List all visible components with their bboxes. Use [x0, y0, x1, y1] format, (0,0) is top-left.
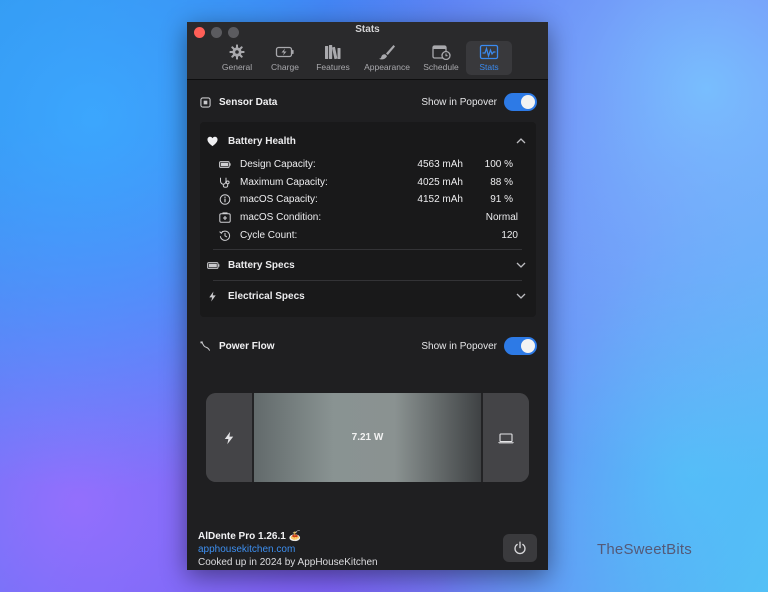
chevron-up-icon[interactable]: [516, 137, 526, 145]
bolt-icon: [224, 431, 234, 444]
power-source: [206, 393, 252, 482]
quit-button[interactable]: [503, 534, 537, 562]
info-icon: [219, 193, 231, 205]
power-flow-value: 7.21 W: [351, 432, 384, 443]
electrical-specs-header[interactable]: Electrical Specs: [207, 284, 526, 308]
power-consumer: [483, 393, 529, 482]
credits-text: Cooked up in 2024 by AppHouseKitchen: [198, 557, 378, 568]
power-flow-popover-toggle[interactable]: [504, 337, 537, 355]
electrical-specs-title: Electrical Specs: [228, 290, 305, 302]
gear-icon: [229, 44, 245, 60]
stethoscope-icon: [220, 177, 230, 188]
maximum-capacity-percent: 88 %: [490, 176, 513, 188]
battery-specs-header[interactable]: Battery Specs: [207, 253, 526, 277]
tab-general[interactable]: General: [214, 41, 260, 75]
sensor-data-popover-label: Show in Popover: [421, 96, 497, 108]
watermark-text: TheSweetBits: [597, 541, 692, 558]
preferences-toolbar: General Charge Features Appearance Sched…: [214, 41, 512, 75]
macos-condition-label: macOS Condition:: [240, 211, 322, 223]
macos-condition-value: Normal: [485, 211, 518, 223]
maximum-capacity-label: Maximum Capacity:: [240, 176, 328, 188]
maximum-capacity-value: 4025 mAh: [417, 176, 463, 188]
battery-charging-icon: [275, 46, 294, 58]
heart-icon: [207, 136, 218, 146]
paintbrush-icon: [379, 45, 395, 60]
tab-general-label: General: [221, 62, 253, 72]
divider: [213, 280, 522, 281]
tab-appearance[interactable]: Appearance: [358, 41, 416, 75]
waveform-icon: [479, 44, 499, 60]
design-capacity-percent: 100 %: [484, 158, 513, 170]
battery-plus-icon: [219, 211, 231, 223]
tab-schedule-label: Schedule: [423, 62, 459, 72]
tab-features-label: Features: [316, 62, 350, 72]
tab-appearance-label: Appearance: [364, 62, 410, 72]
battery-specs-title: Battery Specs: [228, 259, 295, 271]
tab-features[interactable]: Features: [310, 41, 356, 75]
power-icon: [514, 541, 526, 555]
metric-row-macos-condition: macOS Condition: Normal: [219, 209, 518, 225]
tab-charge[interactable]: Charge: [262, 41, 308, 75]
history-icon: [219, 230, 231, 241]
power-flow-title: Power Flow: [219, 340, 275, 352]
battery-icon: [219, 160, 231, 168]
chevron-down-icon[interactable]: [516, 261, 526, 269]
battery-health-title: Battery Health: [228, 135, 296, 147]
laptop-icon: [498, 432, 514, 443]
chip-icon: [200, 96, 211, 108]
metric-row-design-capacity: Design Capacity: 4563 mAh 100 %: [219, 156, 518, 172]
window-title: Stats: [355, 24, 380, 35]
tab-stats-label: Stats: [479, 62, 499, 72]
calendar-clock-icon: [432, 45, 451, 60]
power-flow-diagram: 7.21 W: [206, 393, 529, 482]
chevron-down-icon[interactable]: [516, 292, 526, 300]
macos-capacity-label: macOS Capacity:: [240, 193, 318, 205]
power-flow-header: Power Flow Show in Popover: [200, 337, 537, 355]
books-icon: [325, 45, 341, 60]
battery-icon: [207, 261, 220, 269]
sensor-data-title: Sensor Data: [219, 96, 278, 108]
macos-capacity-percent: 91 %: [490, 193, 513, 205]
tab-schedule[interactable]: Schedule: [418, 41, 464, 75]
metric-row-macos-capacity: macOS Capacity: 4152 mAh 91 %: [219, 191, 518, 207]
tab-charge-label: Charge: [271, 62, 299, 72]
metric-row-cycle-count: Cycle Count: 120: [219, 227, 518, 243]
footer: AlDente Pro 1.26.1 🍝 apphousekitchen.com…: [198, 530, 378, 569]
cable-icon: [200, 340, 211, 351]
stats-window: Stats General Charge Features Appearance…: [187, 22, 548, 570]
sensor-data-header: Sensor Data Show in Popover: [200, 93, 537, 111]
tab-stats[interactable]: Stats: [466, 41, 512, 75]
sensor-data-popover-toggle[interactable]: [504, 93, 537, 111]
design-capacity-value: 4563 mAh: [417, 158, 463, 170]
macos-capacity-value: 4152 mAh: [417, 193, 463, 205]
app-version: AlDente Pro 1.26.1 🍝: [198, 531, 302, 542]
power-flow-bar: 7.21 W: [254, 393, 481, 482]
battery-health-header[interactable]: Battery Health: [207, 129, 526, 153]
design-capacity-label: Design Capacity:: [240, 158, 316, 170]
cycle-count-label: Cycle Count:: [240, 229, 298, 241]
divider: [213, 249, 522, 250]
metric-row-maximum-capacity: Maximum Capacity: 4025 mAh 88 %: [219, 174, 518, 190]
title-bar: Stats General Charge Features Appearance…: [187, 22, 548, 80]
website-link[interactable]: apphousekitchen.com: [198, 543, 378, 556]
cycle-count-value: 120: [501, 229, 518, 241]
power-flow-popover-label: Show in Popover: [421, 340, 497, 352]
bolt-icon: [209, 290, 216, 302]
